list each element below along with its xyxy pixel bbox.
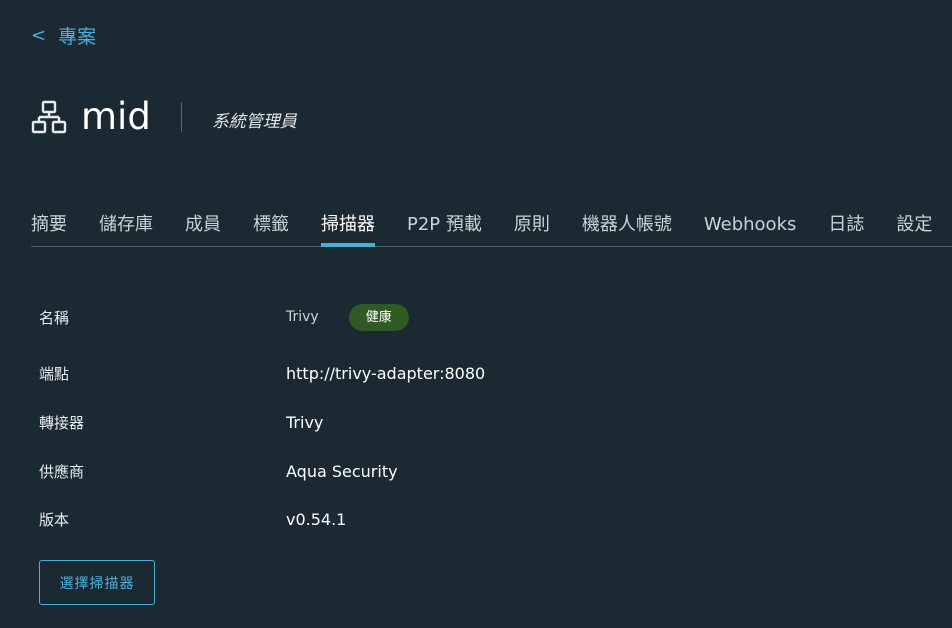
scanner-vendor-label: 供應商 <box>39 462 85 481</box>
tab-policy[interactable]: 原則 <box>514 205 550 246</box>
chevron-left-icon: < <box>31 25 47 46</box>
project-network-icon <box>31 99 67 135</box>
scanner-adapter-label: 轉接器 <box>39 413 85 432</box>
back-to-projects-link[interactable]: < 專案 <box>31 22 96 49</box>
scanner-version-row: 版本 v0.54.1 <box>39 504 739 534</box>
tab-members[interactable]: 成員 <box>185 205 221 246</box>
tab-scanner[interactable]: 掃描器 <box>321 205 375 247</box>
project-scanner-page: < 專案 mid 系統管理員 摘要 儲存庫 成員 標籤 掃描器 P2P 預載 原… <box>0 0 952 628</box>
back-link-label: 專案 <box>58 26 97 48</box>
scanner-name-text: Trivy <box>286 309 319 325</box>
scanner-endpoint-label: 端點 <box>39 364 70 383</box>
select-scanner-button[interactable]: 選擇掃描器 <box>39 560 155 605</box>
scanner-version-label: 版本 <box>39 510 70 529</box>
project-name: mid <box>81 95 151 138</box>
scanner-name-label: 名稱 <box>39 308 70 327</box>
project-tabs: 摘要 儲存庫 成員 標籤 掃描器 P2P 預載 原則 機器人帳號 Webhook… <box>31 205 952 247</box>
tab-labels[interactable]: 標籤 <box>253 205 289 246</box>
page-header: mid 系統管理員 <box>31 96 297 138</box>
scanner-vendor-value: Aqua Security <box>286 461 398 481</box>
scanner-adapter-row: 轉接器 Trivy <box>39 407 739 437</box>
health-status-badge: 健康 <box>348 303 409 331</box>
tab-logs[interactable]: 日誌 <box>828 205 864 246</box>
scanner-version-value: v0.54.1 <box>286 509 347 529</box>
tab-robot-accounts[interactable]: 機器人帳號 <box>582 205 672 246</box>
scanner-name-row: 名稱 Trivy 健康 <box>39 302 739 332</box>
tab-p2p-preheat[interactable]: P2P 預載 <box>407 205 482 246</box>
scanner-adapter-value: Trivy <box>286 412 324 432</box>
scanner-endpoint-row: 端點 http://trivy-adapter:8080 <box>39 358 739 388</box>
tab-repositories[interactable]: 儲存庫 <box>99 205 153 246</box>
scanner-vendor-row: 供應商 Aqua Security <box>39 456 739 486</box>
scanner-name-value: Trivy 健康 <box>286 303 409 331</box>
project-role: 系統管理員 <box>211 111 297 132</box>
tab-settings[interactable]: 設定 <box>896 205 932 246</box>
scanner-endpoint-value: http://trivy-adapter:8080 <box>286 363 486 383</box>
tab-summary[interactable]: 摘要 <box>31 205 67 246</box>
title-divider <box>180 102 182 132</box>
tab-webhooks[interactable]: Webhooks <box>704 205 796 246</box>
